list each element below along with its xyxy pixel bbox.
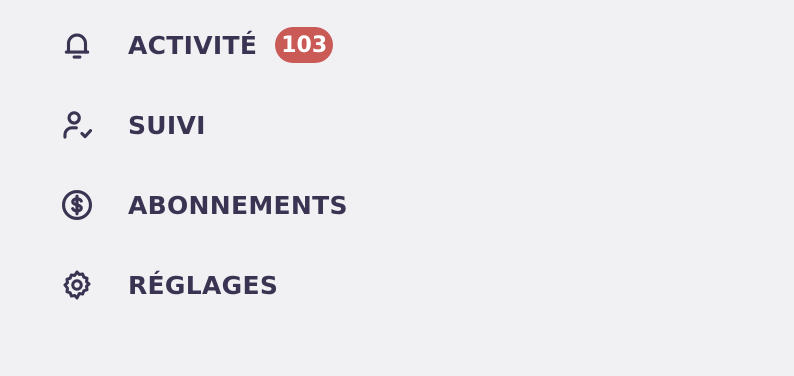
nav-label-reglages: RÉGLAGES xyxy=(128,270,279,300)
gear-icon xyxy=(44,257,110,313)
nav-item-reglages[interactable]: RÉGLAGES xyxy=(44,257,294,313)
nav-label-activite: ACTIVITÉ xyxy=(128,30,258,60)
nav-item-suivi[interactable]: SUIVI xyxy=(44,97,222,153)
bell-icon xyxy=(44,17,110,73)
nav-item-activite[interactable]: ACTIVITÉ 103 xyxy=(44,17,349,73)
notification-count-badge: 103 xyxy=(275,27,334,63)
user-check-icon xyxy=(44,97,110,153)
nav-label-abonnements: ABONNEMENTS xyxy=(128,190,348,220)
dollar-circle-icon xyxy=(44,177,110,233)
nav-item-abonnements[interactable]: ABONNEMENTS xyxy=(44,177,364,233)
sidebar-nav: ACTIVITÉ 103 SUIVI ABONNEMENTS RÉGLAGES xyxy=(0,0,794,376)
nav-label-suivi: SUIVI xyxy=(128,110,206,140)
